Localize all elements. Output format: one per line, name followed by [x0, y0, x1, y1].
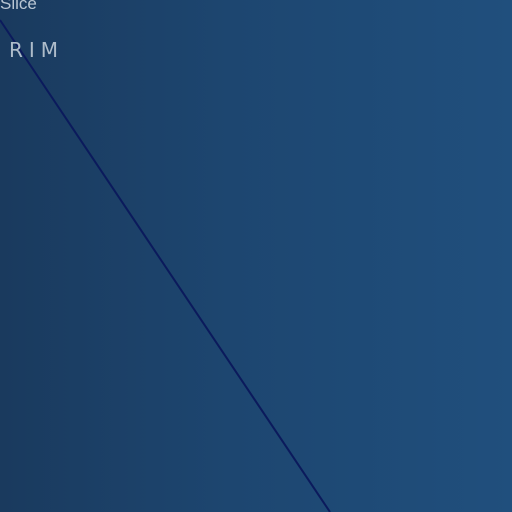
slice-label: Slice: [0, 0, 37, 13]
diagonal-line: [0, 19, 331, 512]
viewport-canvas[interactable]: Slice RIM: [0, 0, 512, 512]
rim-label: RIM: [9, 38, 65, 62]
